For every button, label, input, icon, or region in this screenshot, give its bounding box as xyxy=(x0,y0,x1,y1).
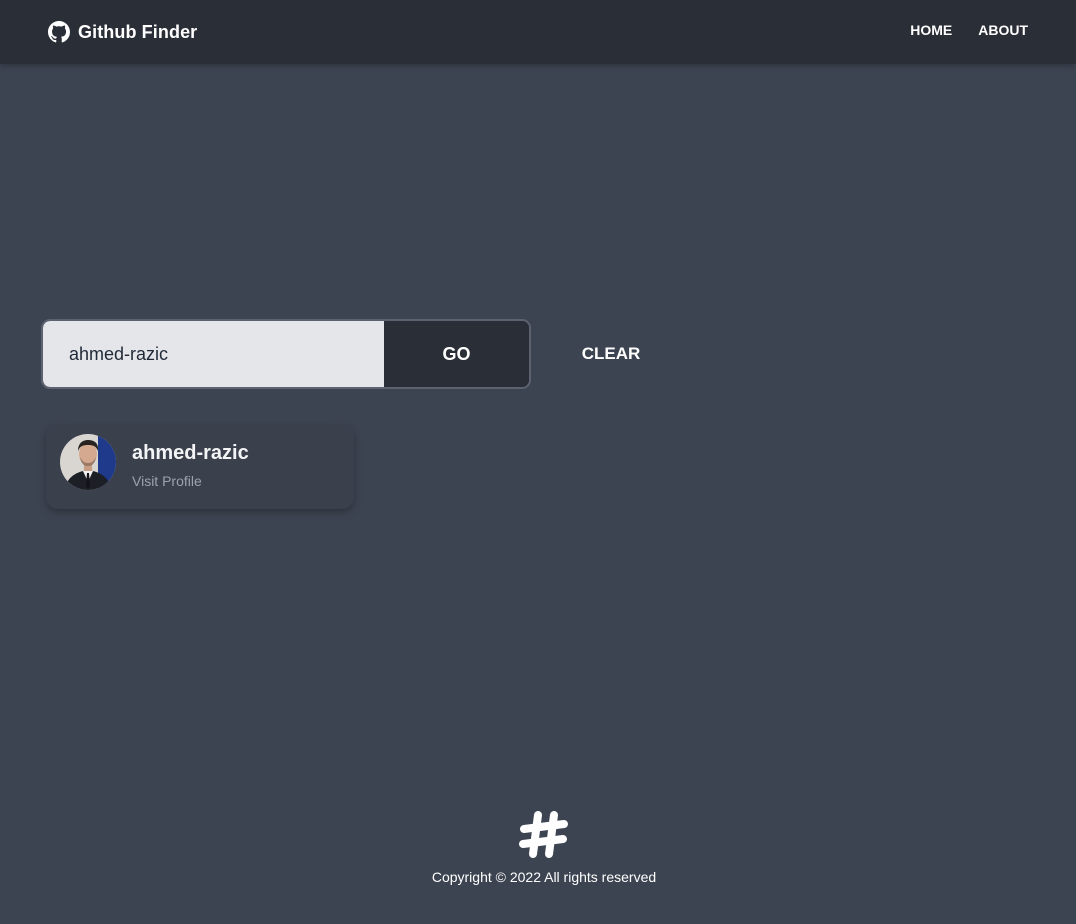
hashtag-icon xyxy=(518,808,570,860)
navbar: Github Finder HOME ABOUT xyxy=(0,0,1076,64)
visit-profile-link[interactable]: Visit Profile xyxy=(132,473,202,489)
app-title: Github Finder xyxy=(78,21,198,42)
search-input[interactable] xyxy=(43,321,384,387)
brand-link[interactable]: Github Finder xyxy=(48,20,197,44)
nav-home-link[interactable]: HOME xyxy=(910,22,952,38)
github-icon xyxy=(48,21,70,43)
nav-about-link[interactable]: ABOUT xyxy=(978,22,1028,38)
user-result-card[interactable]: ahmed-razic Visit Profile xyxy=(46,425,354,509)
go-button[interactable]: GO xyxy=(384,321,529,387)
user-name: ahmed-razic xyxy=(132,442,249,464)
nav-links: HOME ABOUT xyxy=(910,22,1028,38)
search-form: GO xyxy=(41,319,531,389)
clear-button[interactable]: CLEAR xyxy=(566,335,656,373)
user-avatar xyxy=(60,434,116,490)
copyright-text: Copyright © 2022 All rights reserved xyxy=(431,869,657,885)
